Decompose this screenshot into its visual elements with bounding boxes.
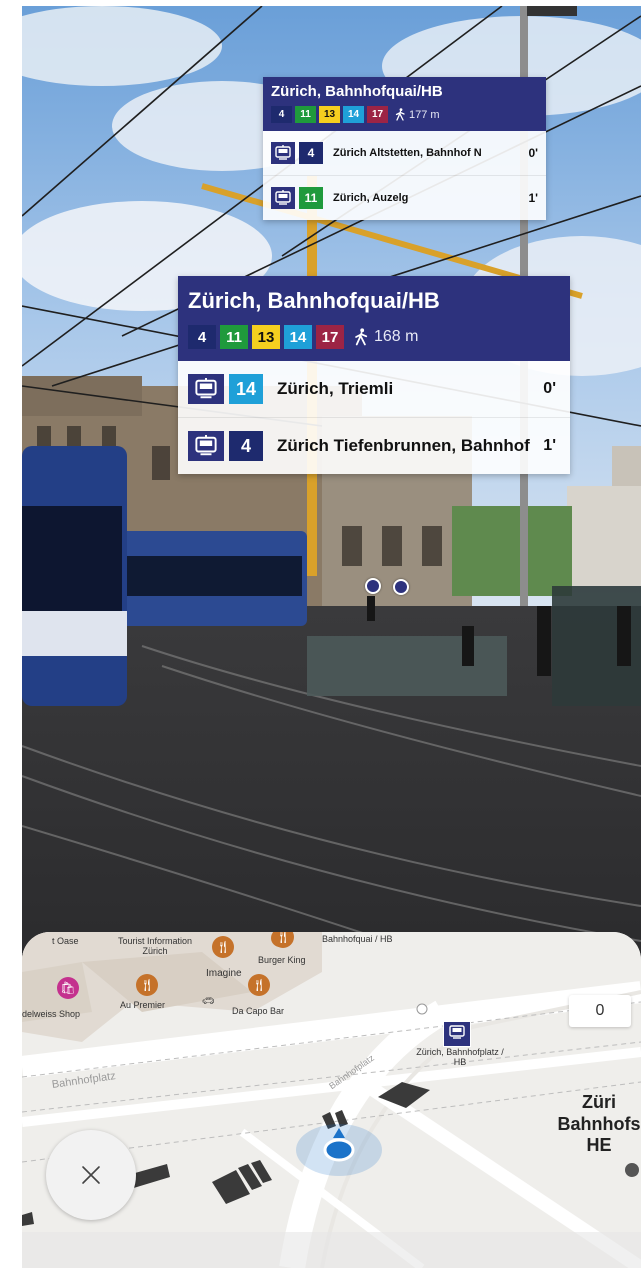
map-stop-label[interactable]: Zürich, Bahnhofplatz / HB	[415, 1047, 505, 1068]
map-panel[interactable]: t Oase Tourist Information Zürich Bahnho…	[22, 932, 641, 1268]
line-badges: 4 11 13 14 17 177 m	[271, 106, 538, 123]
stop-title: Zürich, Bahnhofquai/HB	[188, 288, 440, 313]
departure-minutes: 0'	[528, 146, 538, 160]
departure-minutes: 0'	[543, 380, 556, 397]
map-label-burger-king[interactable]: Burger King	[258, 955, 306, 965]
departure-destination: Zürich Tiefenbrunnen, Bahnhof	[277, 435, 530, 455]
departure-row[interactable]: 11 Zürich, Auzelg 1'	[263, 175, 546, 220]
walk-distance-value: 168 m	[374, 328, 419, 345]
poi-restaurant[interactable]: 🍴︎	[272, 932, 294, 948]
walk-distance: 168 m	[354, 328, 418, 346]
tram-icon	[448, 1024, 466, 1045]
walk-distance-value: 177 m	[409, 108, 440, 121]
departure-line-badge: 14	[229, 374, 263, 404]
departure-line-badge: 11	[299, 187, 323, 209]
poi-restaurant[interactable]: 🍴︎	[136, 974, 158, 996]
stop-title: Zürich, Bahnhofquai/HB	[271, 83, 443, 100]
close-button[interactable]	[46, 1130, 136, 1220]
ar-stop-card-near[interactable]: Zürich, Bahnhofquai/HB 4 11 13 14 17 168…	[178, 276, 570, 474]
line-badge-4: 4	[188, 325, 216, 349]
ar-stop-anchor[interactable]	[393, 579, 409, 595]
tram-icon	[271, 187, 295, 209]
map-stop-marker[interactable]	[443, 1021, 471, 1047]
line-badges: 4 11 13 14 17 168 m	[188, 325, 560, 349]
walking-person-icon	[355, 328, 368, 346]
departure-line-badge: 4	[229, 431, 263, 461]
line-badge-11: 11	[220, 325, 248, 349]
zoom-indicator[interactable]: 0	[569, 995, 631, 1027]
line-badge-14: 14	[284, 325, 312, 349]
shopping-bag-icon: 🛍︎	[57, 977, 79, 999]
map-station-marker[interactable]	[625, 1163, 639, 1177]
ar-stop-anchor[interactable]	[365, 578, 381, 594]
close-icon	[82, 1166, 100, 1184]
map-label-imagine[interactable]: Imagine	[206, 968, 242, 980]
walk-distance: 177 m	[395, 108, 440, 121]
fork-knife-icon: 🍴︎	[272, 932, 294, 948]
line-badge-13: 13	[319, 106, 340, 123]
map-label-au-premier[interactable]: Au Premier	[120, 1000, 165, 1010]
line-badge-14: 14	[343, 106, 364, 123]
departure-line-badge: 4	[299, 142, 323, 164]
poi-shop[interactable]: 🛍︎	[57, 977, 79, 999]
map-label-oase[interactable]: t Oase	[52, 936, 79, 946]
location-arrow-icon	[296, 1120, 382, 1176]
line-badge-17: 17	[367, 106, 388, 123]
departure-destination: Zürich Altstetten, Bahnhof N	[333, 146, 482, 159]
walking-person-icon	[395, 108, 405, 121]
map-label-tourist-info[interactable]: Tourist Information Zürich	[110, 936, 200, 957]
map-label-bahnhofquai[interactable]: Bahnhofquai / HB	[322, 934, 393, 944]
line-badge-11: 11	[295, 106, 316, 123]
fork-knife-icon: 🍴︎	[136, 974, 158, 996]
line-badge-17: 17	[316, 325, 344, 349]
car-icon: 🚗︎	[202, 996, 215, 1007]
ar-view: Zürich, Bahnhofquai/HB 4 11 13 14 17 177…	[0, 0, 641, 1268]
departure-row[interactable]: 4 Zürich Altstetten, Bahnhof N 0'	[263, 131, 546, 175]
departure-minutes: 1'	[528, 191, 538, 205]
map-station-label[interactable]: Züri Bahnhofs HE	[529, 1092, 641, 1157]
departure-row[interactable]: 4 Zürich Tiefenbrunnen, Bahnhof 1'	[178, 417, 570, 474]
line-badge-4: 4	[271, 106, 292, 123]
fork-knife-icon: 🍴︎	[248, 974, 270, 996]
departure-minutes: 1'	[543, 437, 556, 454]
departure-destination: Zürich, Triemli	[277, 378, 394, 398]
tram-icon	[271, 142, 295, 164]
ar-stop-card-far[interactable]: Zürich, Bahnhofquai/HB 4 11 13 14 17 177…	[263, 77, 546, 220]
departure-destination: Zürich, Auzelg	[333, 191, 409, 204]
fork-knife-icon: 🍴︎	[212, 936, 234, 958]
line-badge-13: 13	[252, 325, 280, 349]
poi-restaurant[interactable]: 🍴︎	[212, 936, 234, 958]
tram-icon	[188, 374, 224, 404]
map-label-edelweiss-shop[interactable]: delweiss Shop	[22, 1009, 80, 1019]
ar-stop-card-header: Zürich, Bahnhofquai/HB 4 11 13 14 17 177…	[263, 77, 546, 131]
poi-restaurant[interactable]: 🍴︎	[248, 974, 270, 996]
departure-row[interactable]: 14 Zürich, Triemli 0'	[178, 361, 570, 417]
ar-stop-card-header: Zürich, Bahnhofquai/HB 4 11 13 14 17 168…	[178, 276, 570, 361]
map-label-da-capo-bar[interactable]: Da Capo Bar	[232, 1006, 284, 1016]
tram-icon	[188, 431, 224, 461]
